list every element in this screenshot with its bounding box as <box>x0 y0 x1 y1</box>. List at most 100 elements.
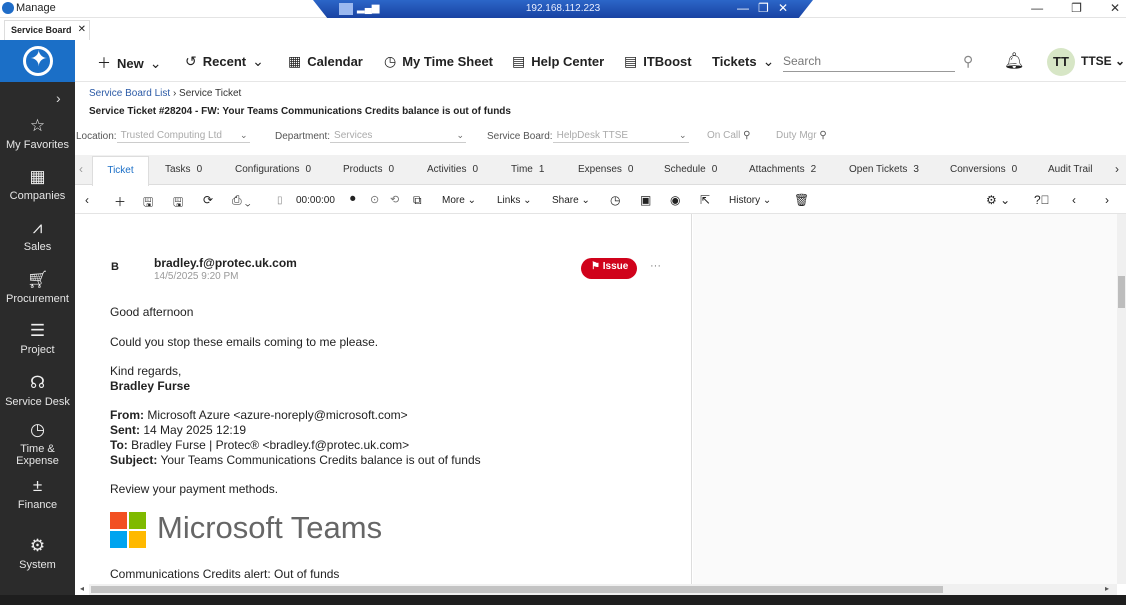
tab-activities[interactable]: Activities 0 <box>427 164 478 175</box>
user-circle-icon[interactable]: ◉ <box>670 193 680 207</box>
chevron-right-icon[interactable]: › <box>1115 162 1119 176</box>
vertical-scrollbar[interactable] <box>1117 214 1126 584</box>
sidebar-item-finance[interactable]: ± Finance <box>0 476 75 511</box>
save-close-icon[interactable]: 🖫︎ <box>173 193 183 214</box>
clock-icon[interactable]: ◷ <box>610 193 620 207</box>
sidebar-item-procurement[interactable]: 🛒︎ Procurement <box>0 270 75 305</box>
calendar-button[interactable]: ▦ Calendar <box>288 53 363 70</box>
sidebar-item-companies[interactable]: ▦ Companies <box>0 167 75 202</box>
next-icon[interactable]: › <box>1105 193 1109 207</box>
restore-icon[interactable]: ❐ <box>1071 1 1082 15</box>
on-call-field[interactable]: On Call ⚲ <box>707 130 750 141</box>
new-button[interactable]: ＋ New ⌄ <box>97 53 161 73</box>
sidebar: › ☆ My Favorites ▦ Companies ⩘ Sales 🛒︎ Proc… <box>0 82 75 605</box>
share-menu[interactable]: Share ⌄ <box>552 195 590 206</box>
tab-expenses[interactable]: Expenses 0 <box>578 164 633 175</box>
tab-configurations[interactable]: Configurations 0 <box>235 164 311 175</box>
tab-service-board[interactable]: Service Board ✕ <box>4 20 90 40</box>
copy-icon[interactable]: ⧉ <box>413 193 422 208</box>
back-icon[interactable]: ‹ <box>85 193 89 207</box>
tab-strip: Service Board ✕ <box>0 18 1126 40</box>
reset-icon[interactable]: ⟲ <box>390 193 399 206</box>
tab-conversions[interactable]: Conversions 0 <box>950 164 1017 175</box>
minimize-icon[interactable]: — <box>1031 1 1043 15</box>
issue-badge[interactable]: ⚑ Issue <box>581 258 638 279</box>
scroll-left-icon[interactable]: ◂ <box>80 584 84 593</box>
play-icon[interactable]: ⏺ <box>350 193 356 206</box>
search-input[interactable]: Search <box>783 52 955 72</box>
close-icon[interactable]: ✕ <box>1110 1 1120 15</box>
tab-open-tickets[interactable]: Open Tickets 3 <box>849 164 919 175</box>
add-icon[interactable]: ＋ <box>114 193 126 210</box>
chevron-right-icon[interactable]: › <box>56 90 61 106</box>
breadcrumb-board-list[interactable]: Service Board List <box>89 88 170 99</box>
avatar[interactable]: TT <box>1047 48 1075 76</box>
department-filter[interactable]: Department: Services ⌄ <box>275 130 467 143</box>
chevron-down-icon: ⌄ <box>456 130 465 140</box>
itboost-button[interactable]: ▤ ITBoost <box>624 53 692 70</box>
more-menu[interactable]: More ⌄ <box>442 195 476 206</box>
scroll-thumb[interactable] <box>91 586 943 593</box>
search-icon[interactable]: ⚲ <box>743 130 750 141</box>
open-external-icon[interactable]: ⇱ <box>700 193 710 207</box>
duty-mgr-field[interactable]: Duty Mgr ⚲ <box>776 130 827 141</box>
bell-icon[interactable]: 🔔︎ <box>1004 51 1024 71</box>
refresh-icon[interactable]: ⟳ <box>203 193 213 207</box>
horizontal-scrollbar[interactable]: ◂ ▸ <box>80 584 1117 595</box>
sidebar-item-project[interactable]: ☰ Project <box>0 321 75 356</box>
help-center-button[interactable]: ▤ Help Center <box>512 53 604 70</box>
sidebar-item-favorites[interactable]: ☆ My Favorites <box>0 116 75 151</box>
breadcrumb: Service Board List › Service Ticket <box>89 88 241 99</box>
print-icon[interactable]: ⎙ ⌄ <box>232 193 251 208</box>
previous-icon[interactable]: ‹ <box>1072 193 1076 207</box>
microsoft-logo-icon <box>110 512 146 548</box>
tab-products[interactable]: Products 0 <box>343 164 394 175</box>
rdp-restore-icon[interactable]: ❐ <box>758 1 769 15</box>
timer-doc-icon[interactable]: ▯ <box>277 195 283 206</box>
chevron-left-icon[interactable]: ‹ <box>79 162 83 176</box>
ticket-tabs: ‹ Ticket Tasks 0 Configurations 0 Products… <box>75 155 1126 186</box>
tab-close-icon[interactable]: ✕ <box>78 24 86 35</box>
links-menu[interactable]: Links ⌄ <box>497 195 532 206</box>
sidebar-item-service-desk[interactable]: ☊ Service Desk <box>0 373 75 408</box>
tab-time[interactable]: Time 1 <box>511 164 544 175</box>
search-icon[interactable]: ⚲ <box>963 53 973 70</box>
save-icon[interactable]: 🖫︎ <box>143 193 153 214</box>
email-subject: Subject: Your Teams Communications Credi… <box>110 453 481 467</box>
microsoft-teams-brand: Microsoft Teams <box>157 510 383 545</box>
search-icon[interactable]: ⚲ <box>819 130 826 141</box>
tab-attachments[interactable]: Attachments 2 <box>749 164 816 175</box>
sidebar-item-system[interactable]: ⚙ System <box>0 536 75 571</box>
sidebar-item-sales[interactable]: ⩘ Sales <box>0 218 75 253</box>
user-menu[interactable]: TTSE ⌄ <box>1081 54 1125 68</box>
clock-icon: ◷ <box>30 420 45 439</box>
sidebar-item-time-expense[interactable]: ◷ Time & Expense <box>0 420 75 467</box>
email-signature: Bradley Furse <box>110 379 191 393</box>
settings-gear-icon[interactable]: ⚙ ⌄ <box>986 193 1010 207</box>
tab-ticket[interactable]: Ticket <box>92 156 149 186</box>
building-icon: ▦ <box>29 167 46 186</box>
service-board-filter[interactable]: Service Board: HelpDesk TTSE ⌄ <box>487 130 689 143</box>
rdp-minimize-icon[interactable]: — <box>737 1 749 15</box>
logo[interactable] <box>0 40 75 82</box>
tab-tasks[interactable]: Tasks 0 <box>165 164 202 175</box>
timesheet-button[interactable]: ◷ My Time Sheet <box>384 53 493 70</box>
stop-icon[interactable]: ⊙ <box>370 193 379 206</box>
tab-schedule[interactable]: Schedule 0 <box>664 164 717 175</box>
email-greeting: Good afternoon <box>110 305 194 319</box>
scroll-thumb[interactable] <box>1118 276 1125 308</box>
tab-audit-trail[interactable]: Audit Trail <box>1048 164 1092 175</box>
scroll-right-icon[interactable]: ▸ <box>1105 584 1109 593</box>
camera-icon[interactable]: ▣ <box>640 193 651 207</box>
rdp-close-icon[interactable]: ✕ <box>778 1 788 15</box>
timer-display: 00:00:00 <box>296 195 335 206</box>
chevron-down-icon: ⌄ <box>762 53 775 69</box>
help-icon[interactable]: ?⃝ <box>1034 193 1050 207</box>
history-icon: ↺ <box>185 53 197 69</box>
recent-button[interactable]: ↺ Recent ⌄ <box>185 53 264 70</box>
delete-icon[interactable]: 🗑︎ <box>794 193 809 207</box>
more-options-icon[interactable]: ··· <box>650 260 661 272</box>
history-menu[interactable]: History ⌄ <box>729 195 771 206</box>
tickets-button[interactable]: Tickets ⌄ <box>712 53 774 70</box>
location-filter[interactable]: Location: Trusted Computing Ltd ⌄ <box>76 130 250 143</box>
